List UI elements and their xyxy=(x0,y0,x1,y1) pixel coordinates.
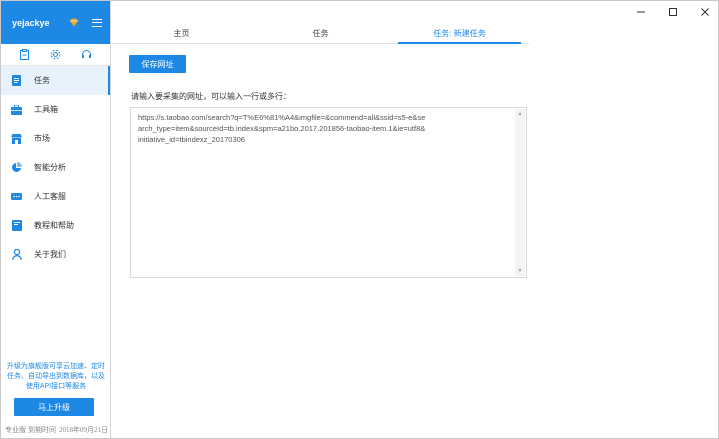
username[interactable]: yejackye xyxy=(12,18,50,28)
upgrade-button[interactable]: 马上升级 xyxy=(14,398,94,416)
save-url-button[interactable]: 保存网址 xyxy=(129,55,186,73)
person-icon xyxy=(11,249,22,260)
sidebar-item-label: 人工客服 xyxy=(34,192,66,201)
sidebar-item-label: 工具箱 xyxy=(34,105,58,114)
sidebar-item-label: 市场 xyxy=(34,134,50,143)
chat-icon xyxy=(11,191,22,202)
window-controls xyxy=(635,6,711,18)
sidebar-item-label: 智能分析 xyxy=(34,163,66,172)
minimize-icon[interactable] xyxy=(635,6,647,18)
url-textarea-value[interactable]: https://s.taobao.com/search?q=T%E6%81%A4… xyxy=(138,112,426,145)
sidebar-item-help[interactable]: 教程和帮助 xyxy=(1,211,110,240)
task-icon xyxy=(11,75,22,86)
sidebar-item-market[interactable]: 市场 xyxy=(1,124,110,153)
sidebar-item-about[interactable]: 关于我们 xyxy=(1,240,110,269)
edition-label: 专业版 xyxy=(5,427,26,434)
tab-new-task[interactable]: 任务: 新建任务 xyxy=(390,24,529,44)
url-textarea[interactable]: https://s.taobao.com/search?q=T%E6%81%A4… xyxy=(130,107,527,278)
sidebar-item-label: 教程和帮助 xyxy=(34,221,74,230)
sidebar-nav: 任务 工具箱 市场 智能分析 人工客服 教程和帮助 关于我们 xyxy=(1,66,110,269)
license-status: 专业版 到期时间 2018年09月21日 xyxy=(5,425,109,435)
sidebar-item-toolbox[interactable]: 工具箱 xyxy=(1,95,110,124)
sidebar: yejackye 任务 工具箱 市场 智能分析 人工客服 教程和帮助 关于我们 … xyxy=(1,1,111,438)
hamburger-menu-icon[interactable] xyxy=(92,18,102,27)
sidebar-item-task[interactable]: 任务 xyxy=(1,66,110,95)
tab-bar: 主页 任务 任务: 新建任务 xyxy=(112,24,529,44)
scroll-down-icon[interactable]: ▼ xyxy=(515,266,525,276)
expiry-date: 2018年09月21日 xyxy=(58,426,108,434)
tab-home[interactable]: 主页 xyxy=(112,24,251,43)
sidebar-item-label: 关于我们 xyxy=(34,250,66,259)
tab-tasks[interactable]: 任务 xyxy=(251,24,390,43)
maximize-icon[interactable] xyxy=(667,6,679,18)
expiry-label: 到期时间 xyxy=(27,427,56,434)
headset-icon[interactable] xyxy=(81,49,93,61)
sidebar-item-label: 任务 xyxy=(34,76,50,85)
close-icon[interactable] xyxy=(699,6,711,18)
quick-actions xyxy=(1,44,110,66)
textarea-scrollbar[interactable]: ▲ ▼ xyxy=(515,109,525,276)
sidebar-header: yejackye xyxy=(1,1,110,44)
upgrade-promo-text: 升级为旗舰版可享云加速、定时任务、自动导出到数据库，以及使用API接口等服务 xyxy=(7,363,105,390)
book-icon xyxy=(11,220,22,231)
toolbox-icon xyxy=(11,104,22,115)
pie-chart-icon xyxy=(11,162,22,173)
url-prompt-label: 请输入要采集的网址，可以输入一行或多行： xyxy=(131,92,291,101)
diamond-icon[interactable] xyxy=(69,18,79,28)
scroll-up-icon[interactable]: ▲ xyxy=(515,109,525,119)
sidebar-item-support[interactable]: 人工客服 xyxy=(1,182,110,211)
market-icon xyxy=(11,133,22,144)
sidebar-item-analysis[interactable]: 智能分析 xyxy=(1,153,110,182)
clipboard-icon[interactable] xyxy=(19,49,31,61)
settings-icon[interactable] xyxy=(50,49,62,61)
